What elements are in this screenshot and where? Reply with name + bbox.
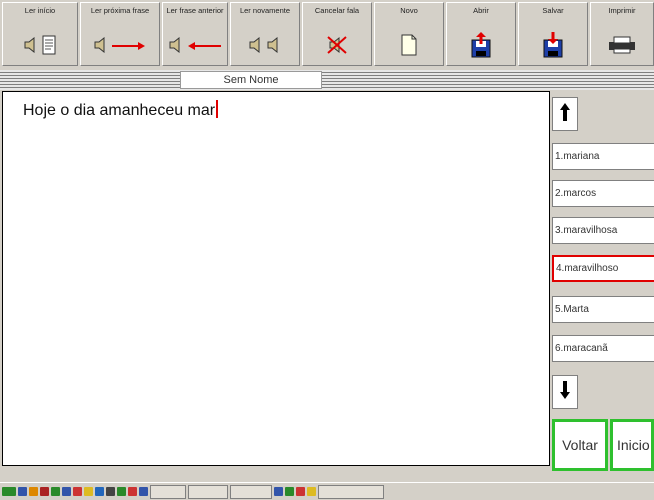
start-icon[interactable] [2,487,16,496]
speaker-icon [249,36,263,58]
app-icon[interactable] [62,487,71,496]
editor-text: Hoje o dia amanheceu mar [23,102,216,119]
suggestion-item[interactable]: 1.mariana [552,143,654,170]
scroll-down-button[interactable] [552,375,578,409]
app-icon[interactable] [51,487,60,496]
novo-button[interactable]: Novo [374,2,444,66]
ler-proxima-frase-button[interactable]: Ler próxima frase [80,2,160,66]
taskbar-window[interactable] [150,484,186,499]
app-icon[interactable] [128,487,137,496]
printer-icon [607,36,637,59]
voltar-button[interactable]: Voltar [552,419,608,471]
toolbar: Ler início Ler próxima frase Ler frase a… [0,0,654,71]
open-floppy-icon [470,31,492,63]
cancelar-fala-label: Cancelar fala [314,6,360,15]
title-strip-right [554,70,654,90]
ler-inicio-label: Ler início [24,6,56,15]
app-icon[interactable] [274,487,283,496]
taskbar [0,482,654,500]
taskbar-window[interactable] [230,484,272,499]
ler-novamente-button[interactable]: Ler novamente [230,2,300,66]
app-icon[interactable] [73,487,82,496]
speaker-icon [94,36,108,58]
text-caret [216,100,219,118]
speaker-icon [169,36,183,58]
app-icon[interactable] [139,487,148,496]
ler-frase-anterior-button[interactable]: Ler frase anterior [162,2,228,66]
suggestion-panel: 1.mariana 2.marcos 3.maravilhosa 4.marav… [550,91,654,466]
arrow-down-icon [559,380,571,405]
status-strip [0,472,654,482]
scroll-up-button[interactable] [552,97,578,131]
new-document-icon [401,34,417,61]
suggestion-item-selected[interactable]: 4.maravilhoso [552,255,654,282]
speaker-icon [267,36,281,58]
document-title: Sem Nome [180,71,322,89]
app-icon[interactable] [84,487,93,496]
abrir-label: Abrir [473,6,489,15]
inicio-button[interactable]: Inicio [610,419,654,471]
arrow-up-icon [559,102,571,127]
app-icon[interactable] [40,487,49,496]
app-icon[interactable] [296,487,305,496]
arrow-left-icon [187,38,221,56]
app-icon[interactable] [117,487,126,496]
salvar-button[interactable]: Salvar [518,2,588,66]
app-icon[interactable] [18,487,27,496]
abrir-button[interactable]: Abrir [446,2,516,66]
speaker-icon [24,36,38,58]
document-icon [42,35,56,60]
ler-inicio-button[interactable]: Ler início [2,2,78,66]
imprimir-label: Imprimir [608,6,636,15]
taskbar-window[interactable] [188,484,228,499]
cancelar-fala-button[interactable]: Cancelar fala [302,2,372,66]
app-icon[interactable] [307,487,316,496]
app-icon[interactable] [95,487,104,496]
salvar-label: Salvar [542,6,564,15]
arrow-right-icon [112,38,146,56]
app-icon[interactable] [285,487,294,496]
ler-frase-anterior-label: Ler frase anterior [166,6,224,15]
save-floppy-icon [542,31,564,63]
suggestion-item[interactable]: 6.maracanã [552,335,654,362]
novo-label: Novo [400,6,418,15]
cancel-speech-icon [327,35,347,59]
ler-novamente-label: Ler novamente [239,6,291,15]
app-icon[interactable] [29,487,38,496]
imprimir-button[interactable]: Imprimir [590,2,654,66]
suggestion-item[interactable]: 3.maravilhosa [552,217,654,244]
suggestion-item[interactable]: 2.marcos [552,180,654,207]
taskbar-window[interactable] [318,484,384,499]
suggestion-item[interactable]: 5.Marta [552,296,654,323]
text-editor[interactable]: Hoje o dia amanheceu mar [2,91,550,466]
ler-proxima-frase-label: Ler próxima frase [90,6,150,15]
app-icon[interactable] [106,487,115,496]
editor-content[interactable]: Hoje o dia amanheceu mar [23,100,219,120]
